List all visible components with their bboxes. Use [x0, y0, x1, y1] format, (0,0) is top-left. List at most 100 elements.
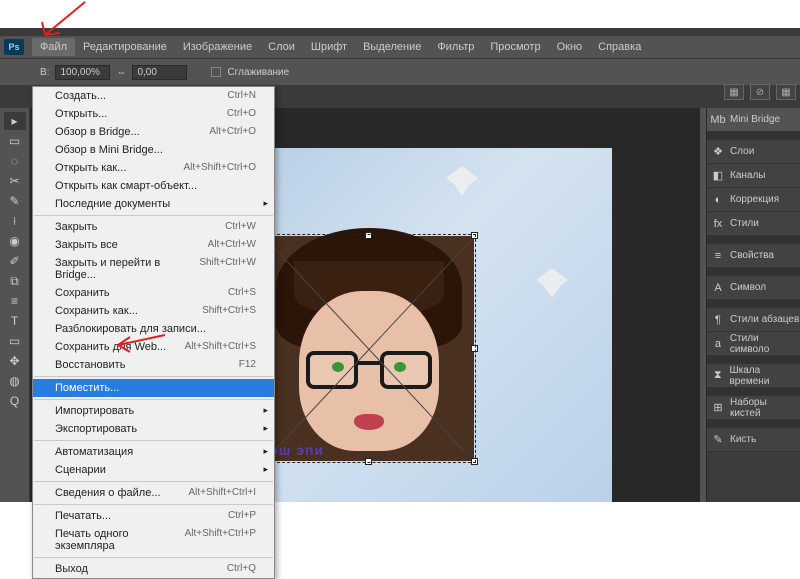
menu-изображение[interactable]: Изображение	[175, 38, 260, 56]
panel-icon: ◧	[711, 169, 725, 183]
menu-item[interactable]: Поместить...	[33, 379, 274, 397]
menu-item-label: Последние документы	[55, 198, 170, 210]
panel-tab[interactable]: fxСтили	[707, 212, 800, 236]
menu-item[interactable]: СохранитьCtrl+S	[33, 284, 274, 302]
menu-separator	[34, 376, 273, 377]
transform-handle[interactable]	[365, 232, 372, 239]
panel-label: Стили	[730, 218, 759, 229]
menu-item[interactable]: Последние документы	[33, 195, 274, 213]
menu-item[interactable]: Печатать...Ctrl+P	[33, 507, 274, 525]
menu-item-shortcut: Alt+Ctrl+W	[208, 239, 256, 251]
menu-item-shortcut: Shift+Ctrl+W	[199, 257, 256, 281]
tool-4[interactable]: ✎	[4, 192, 26, 210]
smoothing-checkbox[interactable]	[211, 67, 221, 77]
menu-item[interactable]: Обзор в Mini Bridge...	[33, 141, 274, 159]
menu-окно[interactable]: Окно	[549, 38, 591, 56]
panel-tab[interactable]: MbMini Bridge	[707, 108, 800, 132]
tool-14[interactable]: Q	[4, 392, 26, 410]
menu-item[interactable]: Открыть...Ctrl+O	[33, 105, 274, 123]
panel-tab[interactable]: ⧗Шкала времени	[707, 364, 800, 388]
menu-item[interactable]: Закрыть и перейти в Bridge...Shift+Ctrl+…	[33, 254, 274, 284]
transform-handle[interactable]	[365, 458, 372, 465]
tool-7[interactable]: ✐	[4, 252, 26, 270]
menu-item-label: Автоматизация	[55, 446, 133, 458]
menu-item[interactable]: Сведения о файле...Alt+Shift+Ctrl+I	[33, 484, 274, 502]
menu-item[interactable]: Экспортировать	[33, 420, 274, 438]
workspace-controls: ▦ ⊘ ▦	[724, 84, 796, 100]
menu-шрифт[interactable]: Шрифт	[303, 38, 355, 56]
tool-5[interactable]: ⟊	[4, 212, 26, 230]
tool-11[interactable]: ▭	[4, 332, 26, 350]
menu-item-label: Обзор в Bridge...	[55, 126, 140, 138]
panel-icon: Mb	[711, 113, 725, 127]
panel-separator	[707, 388, 800, 396]
workspace-switch-icon[interactable]: ▦	[724, 84, 744, 100]
transform-handle[interactable]	[471, 458, 478, 465]
tool-3[interactable]: ✂	[4, 172, 26, 190]
menu-фильтр[interactable]: Фильтр	[429, 38, 482, 56]
panel-icon: a	[711, 337, 725, 351]
menu-item[interactable]: Закрыть всеAlt+Ctrl+W	[33, 236, 274, 254]
menu-item[interactable]: ВосстановитьF12	[33, 356, 274, 374]
menu-item[interactable]: Печать одного экземпляраAlt+Shift+Ctrl+P	[33, 525, 274, 555]
menu-item-label: Открыть как смарт-объект...	[55, 180, 197, 192]
menu-item[interactable]: ЗакрытьCtrl+W	[33, 218, 274, 236]
tool-10[interactable]: T	[4, 312, 26, 330]
tool-12[interactable]: ✥	[4, 352, 26, 370]
menu-item[interactable]: Открыть как...Alt+Shift+Ctrl+O	[33, 159, 274, 177]
menu-item[interactable]: ВыходCtrl+Q	[33, 560, 274, 578]
menu-separator	[34, 399, 273, 400]
tool-9[interactable]: ≡	[4, 292, 26, 310]
menu-item[interactable]: Сохранить как...Shift+Ctrl+S	[33, 302, 274, 320]
menu-слои[interactable]: Слои	[260, 38, 303, 56]
tool-13[interactable]: ◍	[4, 372, 26, 390]
tool-6[interactable]: ◉	[4, 232, 26, 250]
panel-separator	[707, 132, 800, 140]
menu-item-shortcut: Alt+Shift+Ctrl+O	[183, 162, 256, 174]
panel-label: Слои	[730, 146, 754, 157]
workspace-menu-icon[interactable]: ▦	[776, 84, 796, 100]
options-w-input[interactable]	[55, 65, 110, 80]
panel-tab[interactable]: aСтили символо	[707, 332, 800, 356]
menu-item-label: Сценарии	[55, 464, 106, 476]
menu-просмотр[interactable]: Просмотр	[482, 38, 548, 56]
photoshop-window: Ps ФайлРедактированиеИзображениеСлоиШриф…	[0, 28, 800, 502]
tool-0[interactable]: ▸	[4, 112, 26, 130]
tool-8[interactable]: ⧉	[4, 272, 26, 290]
menu-item-label: Закрыть	[55, 221, 97, 233]
panel-tab[interactable]: ◧Каналы	[707, 164, 800, 188]
menu-item[interactable]: Автоматизация	[33, 443, 274, 461]
menu-выделение[interactable]: Выделение	[355, 38, 429, 56]
menu-item[interactable]: Сохранить для Web...Alt+Shift+Ctrl+S	[33, 338, 274, 356]
panel-separator	[707, 268, 800, 276]
menu-item[interactable]: Разблокировать для записи...	[33, 320, 274, 338]
tool-2[interactable]: ◌	[4, 152, 26, 170]
options-link-icon[interactable]: ⇔	[116, 67, 126, 78]
panel-tab[interactable]: ❖Слои	[707, 140, 800, 164]
menu-item[interactable]: Импортировать	[33, 402, 274, 420]
menu-item-label: Разблокировать для записи...	[55, 323, 206, 335]
menu-item-shortcut: Ctrl+N	[227, 90, 256, 102]
panel-tab[interactable]: AСимвол	[707, 276, 800, 300]
menu-item[interactable]: Открыть как смарт-объект...	[33, 177, 274, 195]
panel-tab[interactable]: ◐Коррекция	[707, 188, 800, 212]
menu-item[interactable]: Создать...Ctrl+N	[33, 87, 274, 105]
panel-tab[interactable]: ≡Свойства	[707, 244, 800, 268]
panel-tab[interactable]: ⊞Наборы кистей	[707, 396, 800, 420]
workspace-block-icon[interactable]: ⊘	[750, 84, 770, 100]
app-logo: Ps	[4, 39, 24, 55]
menu-item[interactable]: Сценарии	[33, 461, 274, 479]
panel-tab[interactable]: ¶Стили абзацев	[707, 308, 800, 332]
tools-panel: ▸ ▭ ◌ ✂ ✎ ⟊ ◉ ✐ ⧉ ≡ T ▭ ✥ ◍ Q	[0, 108, 30, 502]
transform-handle[interactable]	[471, 232, 478, 239]
menu-файл[interactable]: Файл	[32, 38, 75, 56]
tool-1[interactable]: ▭	[4, 132, 26, 150]
transform-handle[interactable]	[471, 345, 478, 352]
options-h-input[interactable]	[132, 65, 187, 80]
menu-справка[interactable]: Справка	[590, 38, 649, 56]
menu-item[interactable]: Обзор в Bridge...Alt+Ctrl+O	[33, 123, 274, 141]
watermark-text: эш эпи	[270, 442, 324, 458]
panel-tab[interactable]: ✎Кисть	[707, 428, 800, 452]
menu-редактирование[interactable]: Редактирование	[75, 38, 175, 56]
placed-image-transform-box[interactable]	[264, 236, 474, 461]
